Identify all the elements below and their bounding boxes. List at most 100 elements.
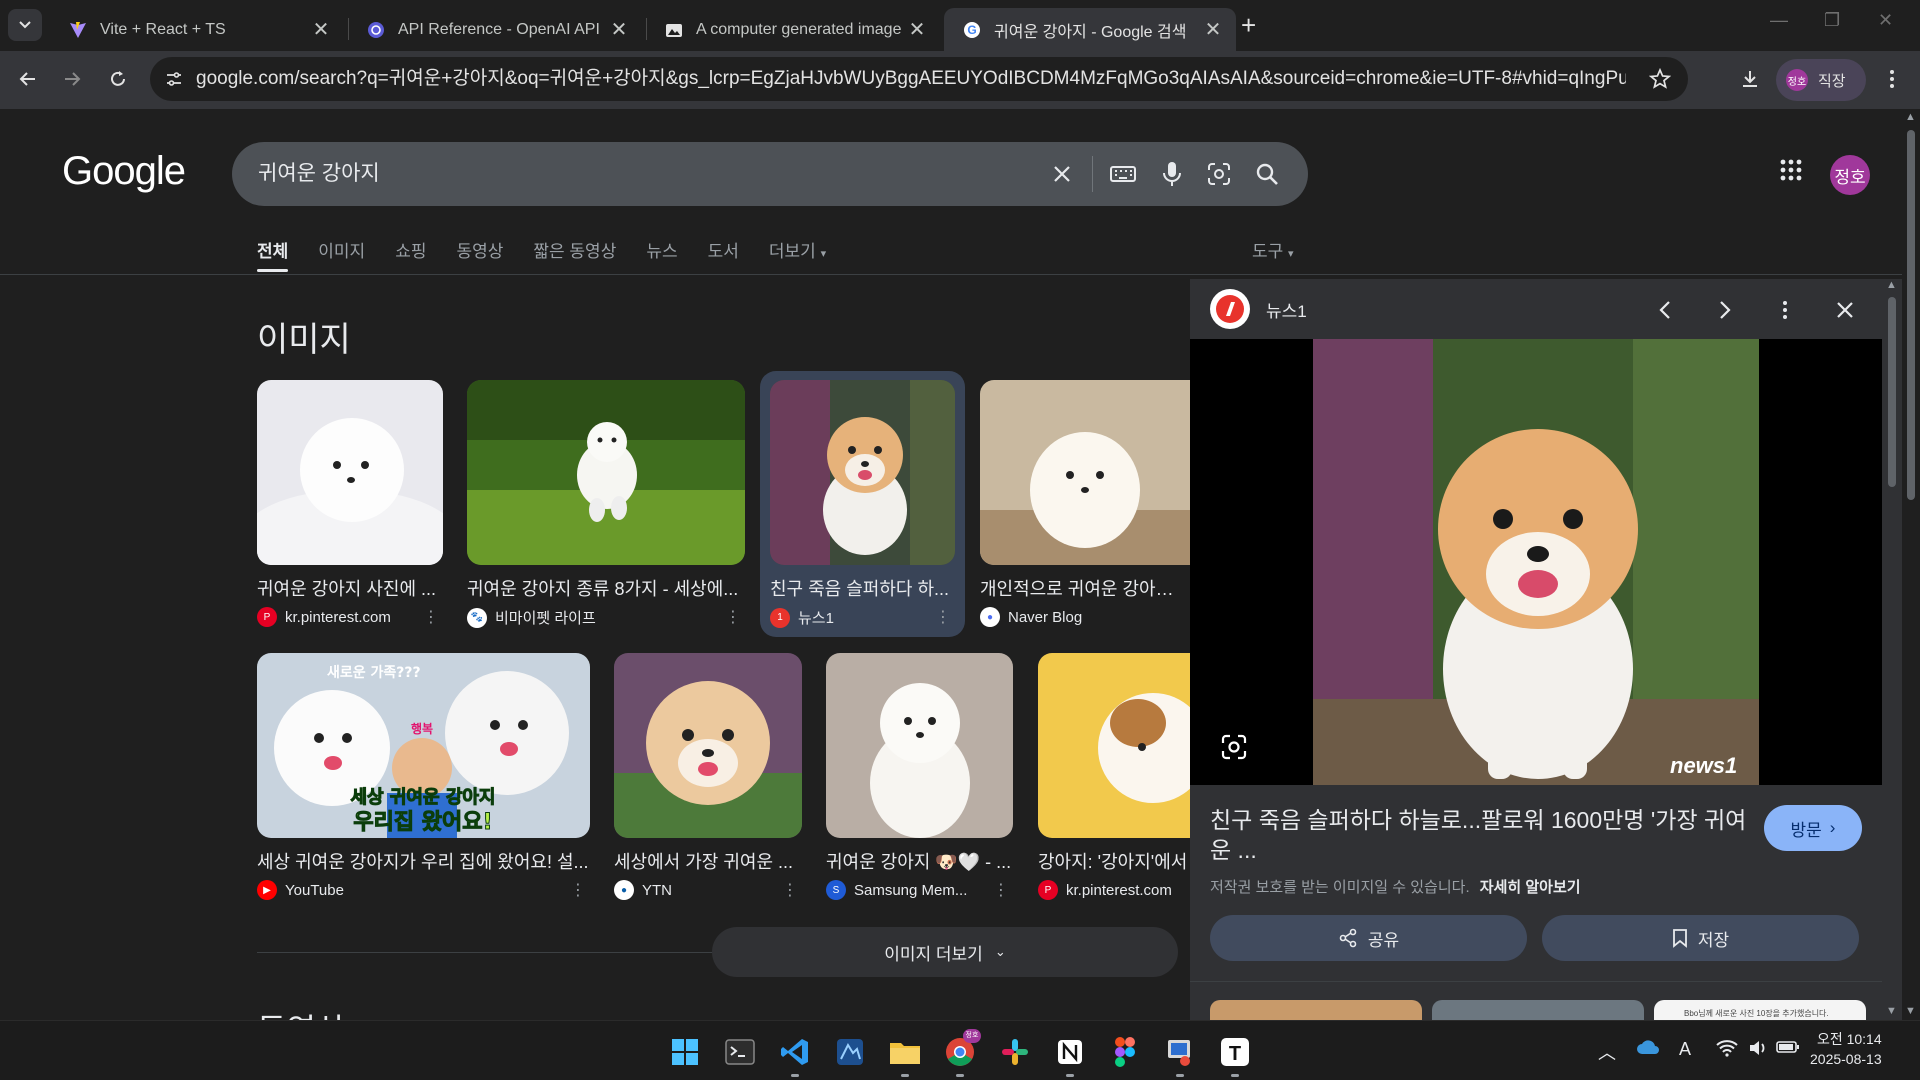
url-text[interactable]: google.com/search?q=귀여운+강아지&oq=귀여운+강아지&g…: [196, 57, 1626, 101]
scroll-down-icon[interactable]: ▼: [1886, 1005, 1897, 1017]
image-thumbnail[interactable]: [614, 653, 802, 838]
bookmark-star-icon[interactable]: [1646, 65, 1674, 93]
tools-button[interactable]: 도구 ▾: [1252, 237, 1294, 262]
preview-title[interactable]: 친구 죽음 슬퍼하다 하늘로...팔로워 1600만명 '가장 귀여운 ...: [1210, 805, 1750, 865]
image-source[interactable]: ● YTN ⋮: [614, 880, 802, 900]
image-source[interactable]: S Samsung Mem... ⋮: [826, 880, 1013, 900]
account-avatar[interactable]: 정호: [1830, 155, 1870, 195]
scroll-up-icon[interactable]: ▲: [1905, 111, 1916, 123]
image-result[interactable]: 귀여운 강아지 🐶🤍 - ... S Samsung Mem... ⋮: [826, 653, 1013, 900]
close-tab-icon[interactable]: ✕: [610, 17, 628, 42]
chrome-icon[interactable]: 정호: [943, 1029, 981, 1077]
battery-icon[interactable]: [1776, 1039, 1800, 1060]
vscode-icon[interactable]: [778, 1035, 812, 1077]
tab-more[interactable]: 더보기 ▾: [769, 237, 826, 271]
app-icon[interactable]: [833, 1035, 867, 1069]
terminal-icon[interactable]: [723, 1035, 757, 1069]
more-options-icon[interactable]: [1770, 295, 1800, 325]
site-info-icon[interactable]: [160, 65, 188, 93]
file-explorer-icon[interactable]: [888, 1035, 922, 1077]
tab-videos[interactable]: 동영상: [456, 237, 503, 271]
image-thumbnail[interactable]: [467, 380, 745, 565]
preview-source-name[interactable]: 뉴스1: [1266, 297, 1307, 322]
input-method-indicator[interactable]: A: [1679, 1039, 1691, 1060]
share-button[interactable]: 공유: [1210, 915, 1527, 961]
image-thumbnail[interactable]: [1038, 653, 1190, 838]
image-source[interactable]: ▶ YouTube ⋮: [257, 880, 590, 900]
image-source[interactable]: ● Naver Blog: [980, 607, 1190, 627]
learn-more-link[interactable]: 자세히 알아보기: [1480, 879, 1581, 896]
scroll-down-icon[interactable]: ▼: [1905, 1005, 1916, 1017]
onedrive-icon[interactable]: [1636, 1039, 1660, 1060]
tab-openai[interactable]: API Reference - OpenAI API ✕: [348, 8, 642, 51]
downloads-button[interactable]: [1734, 63, 1766, 95]
back-button[interactable]: [12, 63, 44, 95]
windows-start-icon[interactable]: [668, 1035, 702, 1069]
image-result[interactable]: 개인적으로 귀여운 강아지 종 ● Naver Blog: [980, 380, 1190, 627]
search-input[interactable]: 귀여운 강아지: [258, 142, 380, 206]
image-caption[interactable]: 세상에서 가장 귀여운 ...: [614, 848, 802, 874]
image-result-selected[interactable]: 친구 죽음 슬퍼하다 하... 1 뉴스1 ⋮: [760, 371, 965, 637]
more-options-icon[interactable]: ⋮: [782, 880, 798, 900]
related-image[interactable]: [1432, 1000, 1644, 1020]
more-options-icon[interactable]: ⋮: [423, 607, 439, 627]
google-apps-icon[interactable]: [1780, 159, 1802, 186]
scroll-thumb[interactable]: [1888, 297, 1896, 487]
tab-google-search[interactable]: G 귀여운 강아지 - Google 검색 ✕: [944, 8, 1236, 51]
notion-icon[interactable]: [1053, 1035, 1087, 1077]
tab-images[interactable]: 이미지: [318, 237, 365, 271]
previous-image-icon[interactable]: [1650, 295, 1680, 325]
scroll-thumb[interactable]: [1907, 130, 1915, 500]
search-box[interactable]: 귀여운 강아지: [232, 142, 1308, 206]
tab-shopping[interactable]: 쇼핑: [395, 237, 426, 271]
more-options-icon[interactable]: ⋮: [993, 880, 1009, 900]
show-hidden-icons[interactable]: ︿: [1598, 1039, 1616, 1065]
tab-short-videos[interactable]: 짧은 동영상: [533, 237, 616, 271]
tab-all[interactable]: 전체: [257, 237, 289, 272]
image-thumbnail[interactable]: 새로운 가족??? 행복 세상 귀여운 강아지 우리집 왔어요!: [257, 653, 590, 838]
keyboard-icon[interactable]: [1108, 159, 1138, 189]
browser-menu-button[interactable]: [1876, 63, 1908, 95]
next-image-icon[interactable]: [1710, 295, 1740, 325]
image-result[interactable]: 귀여운 강아지 사진에 ... P kr.pinterest.com ⋮: [257, 380, 443, 627]
more-options-icon[interactable]: ⋮: [725, 607, 741, 627]
more-images-button[interactable]: 이미지 더보기 ⌄: [712, 927, 1178, 977]
image-source[interactable]: P kr.pinterest.com: [1038, 880, 1190, 900]
image-caption[interactable]: 귀여운 강아지 사진에 ...: [257, 575, 443, 601]
new-tab-button[interactable]: +: [1241, 10, 1256, 40]
news1-logo-icon[interactable]: [1210, 289, 1250, 329]
tab-books[interactable]: 도서: [708, 237, 739, 271]
more-options-icon[interactable]: ⋮: [935, 607, 951, 627]
profile-chip[interactable]: 정호 직장: [1776, 59, 1866, 101]
image-caption[interactable]: 친구 죽음 슬퍼하다 하...: [770, 575, 955, 601]
search-icon[interactable]: [1252, 159, 1282, 189]
tab-news[interactable]: 뉴스: [646, 237, 677, 271]
google-lens-icon[interactable]: [1204, 159, 1234, 189]
more-options-icon[interactable]: ⋮: [570, 880, 586, 900]
image-thumbnail[interactable]: [257, 380, 443, 565]
microphone-icon[interactable]: [1157, 159, 1187, 189]
preview-scrollbar[interactable]: ▲ ▼: [1882, 279, 1902, 1020]
address-bar[interactable]: google.com/search?q=귀여운+강아지&oq=귀여운+강아지&g…: [150, 57, 1688, 101]
page-scrollbar[interactable]: ▲ ▼: [1902, 109, 1920, 1020]
image-caption[interactable]: 세상 귀여운 강아지가 우리 집에 왔어요! 설...: [257, 848, 590, 874]
image-thumbnail[interactable]: [826, 653, 1013, 838]
reload-button[interactable]: [102, 63, 134, 95]
tab-search-button[interactable]: [8, 9, 42, 41]
system-clock[interactable]: 오전 10:14 2025-08-13: [1810, 1029, 1882, 1069]
google-lens-icon[interactable]: [1220, 733, 1248, 766]
save-button[interactable]: 저장: [1542, 915, 1859, 961]
image-source[interactable]: P kr.pinterest.com ⋮: [257, 607, 443, 627]
image-caption[interactable]: 개인적으로 귀여운 강아지 종: [980, 575, 1190, 601]
preview-image[interactable]: news1: [1313, 339, 1759, 785]
close-tab-icon[interactable]: ✕: [908, 17, 926, 42]
tab-generated-image[interactable]: A computer generated image ✕: [646, 8, 940, 51]
restore-icon[interactable]: ❐: [1824, 10, 1840, 31]
image-result[interactable]: 세상에서 가장 귀여운 ... ● YTN ⋮: [614, 653, 802, 900]
image-thumbnail[interactable]: [980, 380, 1190, 565]
slack-icon[interactable]: [998, 1035, 1032, 1069]
close-tab-icon[interactable]: ✕: [312, 17, 330, 42]
visit-button[interactable]: 방문 ›: [1764, 805, 1862, 851]
figma-icon[interactable]: [1108, 1035, 1142, 1069]
image-caption[interactable]: 귀여운 강아지 🐶🤍 - ...: [826, 848, 1013, 874]
